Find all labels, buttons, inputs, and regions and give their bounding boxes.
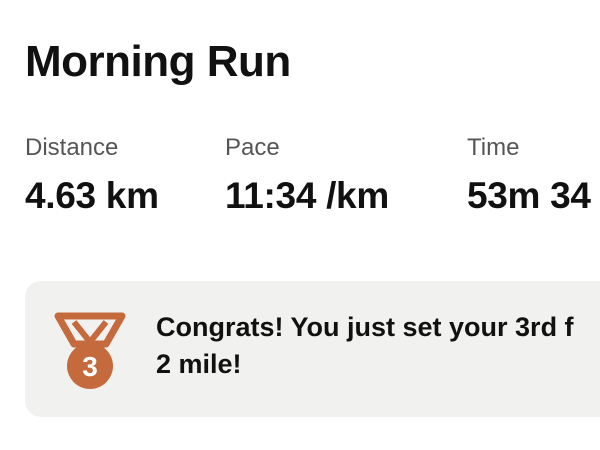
pace-value: 11:34 /km [225,175,389,216]
achievement-message: Congrats! You just set your 3rd f 2 mile… [156,309,600,383]
pace-stat: Pace 11:34 /km [225,132,389,218]
time-stat: Time 53m 34 [467,132,591,218]
time-value: 53m 34 [467,175,591,216]
distance-label: Distance [25,134,119,161]
distance-value: 4.63 km [25,175,159,216]
time-label: Time [467,134,520,161]
activity-detail-screen: Morning Run Distance 4.63 km Pace 11:34 … [0,0,600,450]
bronze-medal-icon: 3 [54,312,126,389]
achievement-message-line-2: 2 mile! [156,349,242,379]
achievement-banner[interactable]: 3 Congrats! You just set your 3rd f 2 mi… [25,281,600,417]
medal-rank-label: 3 [82,351,98,382]
activity-title: Morning Run [25,37,291,86]
distance-stat: Distance 4.63 km [25,132,159,218]
pace-label: Pace [225,134,280,161]
achievement-message-line-1: Congrats! You just set your 3rd f [156,312,574,342]
